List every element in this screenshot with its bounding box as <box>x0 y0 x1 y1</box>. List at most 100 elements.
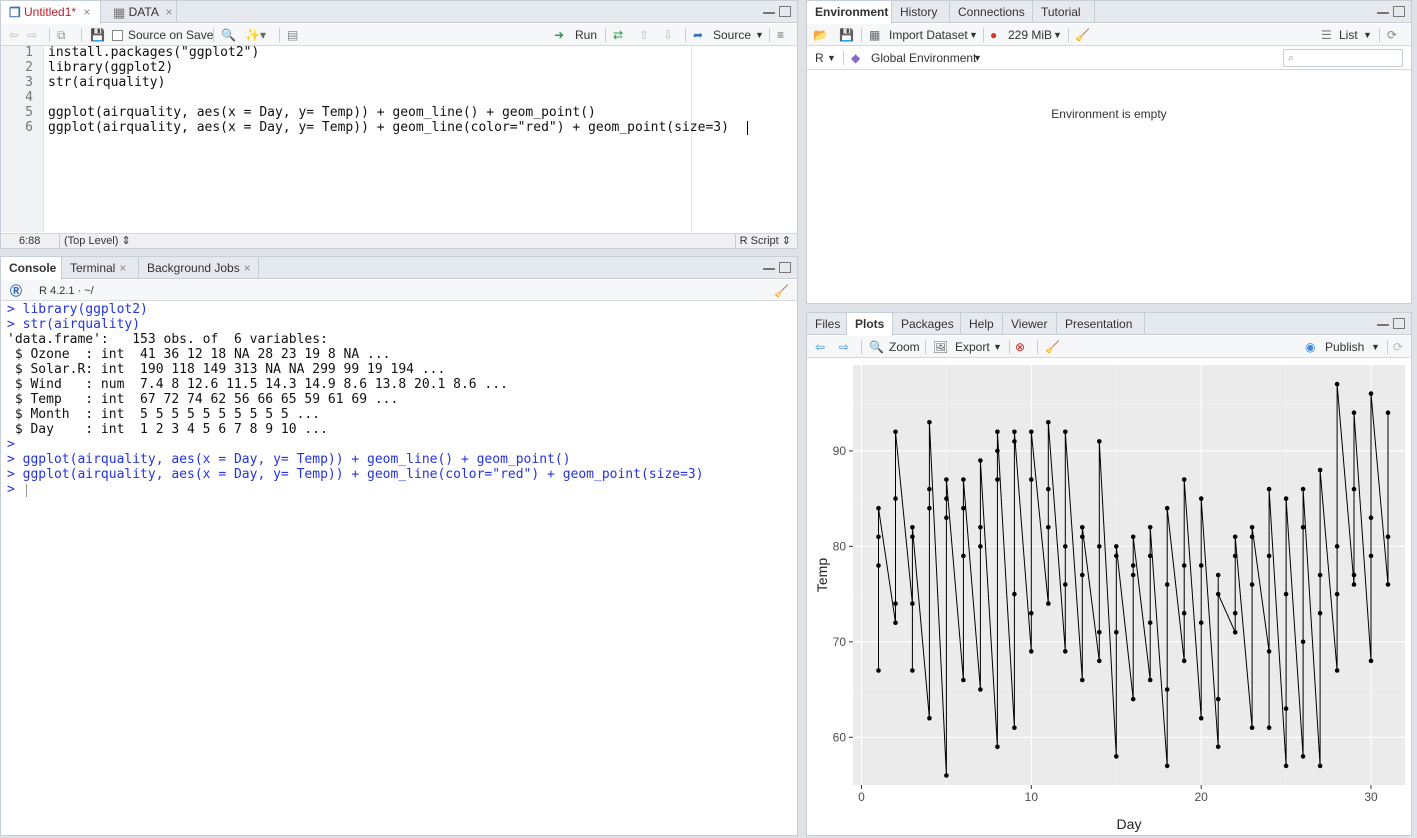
tab-presentation[interactable]: Presentation <box>1057 313 1145 335</box>
data-point <box>893 601 898 606</box>
data-point <box>1181 658 1187 664</box>
tab-tutorial[interactable]: Tutorial <box>1033 1 1095 23</box>
tab-label: Files <box>815 317 841 331</box>
environment-pane: Environment History Connections Tutorial… <box>806 0 1412 304</box>
maximize-icon[interactable] <box>779 262 791 273</box>
tab-viewer[interactable]: Viewer <box>1003 313 1057 335</box>
tab-environment[interactable]: Environment <box>807 1 892 24</box>
broom-icon[interactable]: 🧹 <box>1075 24 1090 46</box>
down-arrow-icon[interactable]: ⇩ <box>663 24 673 46</box>
tab-data[interactable]: ▦ DATA × <box>105 1 177 23</box>
maximize-icon[interactable] <box>1393 6 1405 17</box>
console-line: > ggplot(airquality, aes(x = Day, y= Tem… <box>7 467 704 482</box>
r-logo-icon: Ⓡ <box>10 284 23 298</box>
scope-dropdown-icon[interactable]: ▼ <box>973 47 982 69</box>
tab-plots[interactable]: Plots <box>847 313 893 336</box>
show-in-window-icon[interactable]: ⧉ <box>57 24 66 46</box>
open-folder-icon[interactable]: 📂 <box>813 24 828 46</box>
import-dataset-icon[interactable]: ▦ <box>869 24 880 46</box>
refresh-icon[interactable]: ⟳ <box>1387 24 1397 46</box>
editor-code[interactable]: 1 2 3 4 5 6 install.packages("ggplot2") … <box>1 45 797 233</box>
tab-files[interactable]: Files <box>807 313 847 335</box>
minimize-icon[interactable] <box>763 262 775 270</box>
data-point <box>927 486 932 492</box>
data-point <box>1368 658 1374 664</box>
maximize-icon[interactable] <box>1393 318 1405 329</box>
broom-icon[interactable]: 🧹 <box>774 280 789 302</box>
data-point <box>1385 410 1391 415</box>
tab-background-jobs[interactable]: Background Jobs × <box>139 257 259 279</box>
filetype-selector[interactable]: R Script ⇕ <box>734 234 791 248</box>
rerun-icon[interactable]: ⇄ <box>613 24 623 46</box>
export-button[interactable]: Export <box>955 336 990 358</box>
close-icon[interactable]: × <box>166 5 173 19</box>
run-arrow-icon[interactable]: ➜ <box>554 24 564 46</box>
language-selector[interactable]: R <box>815 47 824 69</box>
save-icon[interactable]: 💾 <box>90 24 105 46</box>
language-dropdown-icon[interactable]: ▼ <box>827 47 836 69</box>
tab-terminal[interactable]: Terminal × <box>62 257 139 279</box>
broom-icon[interactable]: 🧹 <box>1045 336 1060 358</box>
data-point <box>944 477 949 482</box>
publish-dropdown-icon[interactable]: ▼ <box>1371 336 1380 358</box>
data-point <box>1130 696 1136 702</box>
list-view-icon[interactable]: ☰ <box>1321 24 1332 46</box>
tab-help[interactable]: Help <box>961 313 1003 335</box>
import-dataset-button[interactable]: Import Dataset <box>889 24 968 46</box>
data-point <box>1012 439 1017 444</box>
data-point <box>995 477 1000 482</box>
memory-usage-label[interactable]: 229 MiB <box>1008 24 1052 46</box>
up-arrow-icon[interactable]: ⇧ <box>639 24 649 46</box>
search-icon[interactable]: 🔍 <box>221 24 236 46</box>
minimize-icon[interactable] <box>1377 6 1389 14</box>
tab-console[interactable]: Console <box>1 257 62 280</box>
list-view-selector[interactable]: List <box>1339 24 1358 46</box>
zoom-icon[interactable]: 🔍 <box>869 336 884 358</box>
tab-untitled1[interactable]: ❐ Untitled1* × <box>1 1 101 24</box>
scope-selector[interactable]: (Top Level) ⇕ <box>59 234 131 248</box>
magic-wand-icon[interactable]: ✨▾ <box>245 24 266 46</box>
tab-history[interactable]: History <box>892 1 950 23</box>
data-point <box>1368 391 1374 396</box>
import-dropdown-icon[interactable]: ▼ <box>969 24 978 46</box>
global-environment-selector[interactable]: Global Environment <box>871 47 976 69</box>
tab-connections[interactable]: Connections <box>950 1 1033 23</box>
minimize-icon[interactable] <box>1377 318 1389 326</box>
close-icon[interactable]: × <box>119 261 126 275</box>
close-icon[interactable]: × <box>244 261 251 275</box>
tab-packages[interactable]: Packages <box>893 313 961 335</box>
source-button[interactable]: Source <box>713 24 751 46</box>
forward-arrow-icon[interactable]: ⇨ <box>27 24 37 46</box>
maximize-icon[interactable] <box>779 6 791 17</box>
next-plot-icon[interactable]: ⇨ <box>839 336 849 358</box>
source-dropdown-icon[interactable]: ▼ <box>755 24 764 46</box>
outline-icon[interactable]: ≡ <box>777 24 784 46</box>
memory-dropdown-icon[interactable]: ▼ <box>1053 24 1062 46</box>
previous-plot-icon[interactable]: ⇦ <box>815 336 825 358</box>
close-icon[interactable]: × <box>83 5 90 19</box>
save-icon[interactable]: 💾 <box>839 24 854 46</box>
compile-report-icon[interactable]: ▤ <box>287 24 298 46</box>
export-dropdown-icon[interactable]: ▼ <box>993 336 1002 358</box>
zoom-button[interactable]: Zoom <box>889 336 920 358</box>
data-point <box>961 505 966 511</box>
window-controls <box>1373 318 1405 332</box>
remove-plot-icon[interactable]: ⊗ <box>1015 336 1025 358</box>
back-arrow-icon[interactable]: ⇦ <box>9 24 19 46</box>
code-line: ggplot(airquality, aes(x = Day, y= Temp)… <box>48 105 596 120</box>
publish-button[interactable]: Publish <box>1325 336 1364 358</box>
x-tick-label: 10 <box>1025 790 1039 804</box>
tab-label: Environment <box>815 5 889 19</box>
console-output[interactable]: > library(ggplot2) > str(airquality)'data… <box>1 302 797 835</box>
r-version-label[interactable]: R 4.2.1 · ~/ <box>39 280 94 302</box>
source-on-save-checkbox[interactable] <box>112 24 123 46</box>
list-dropdown-icon[interactable]: ▼ <box>1363 24 1372 46</box>
data-point <box>1029 477 1034 482</box>
source-icon[interactable]: ➦ <box>693 24 703 46</box>
export-icon[interactable]: 🖼 <box>933 336 948 358</box>
run-button[interactable]: Run <box>575 24 597 46</box>
minimize-icon[interactable] <box>763 6 775 14</box>
environment-search-input[interactable]: ⌕ <box>1283 49 1403 67</box>
refresh-icon[interactable]: ⟳ <box>1393 336 1403 358</box>
publish-icon[interactable]: ◉ <box>1305 336 1315 358</box>
